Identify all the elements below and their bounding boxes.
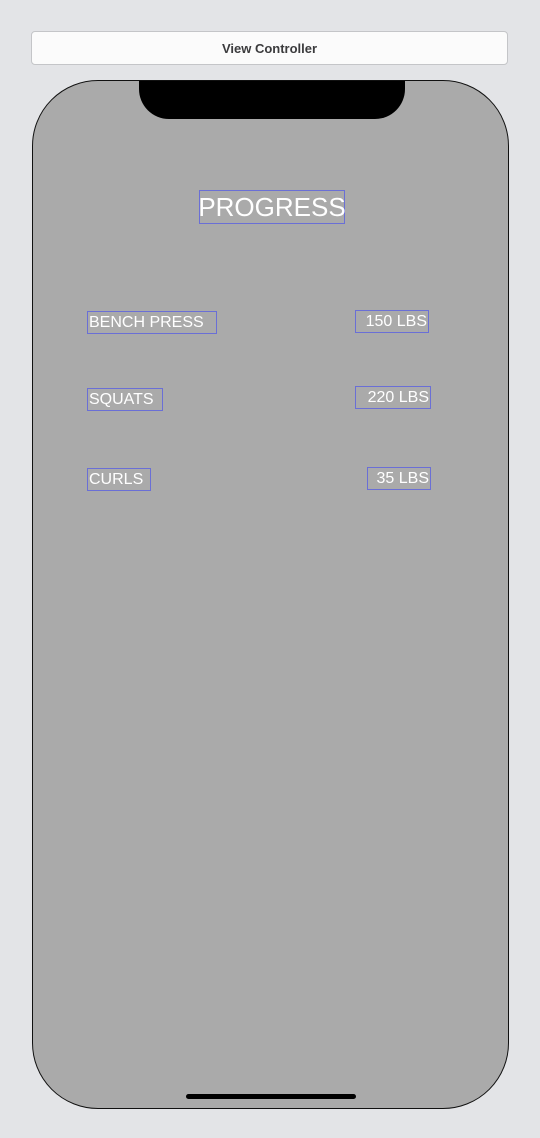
- bench-press-weight-label[interactable]: 150 LBS: [355, 310, 429, 333]
- squats-weight-label[interactable]: 220 LBS: [355, 386, 431, 409]
- curls-weight-label[interactable]: 35 LBS: [367, 467, 431, 490]
- squats-label[interactable]: SQUATS: [87, 388, 163, 411]
- device-notch: [139, 81, 405, 119]
- bench-press-label[interactable]: BENCH PRESS: [87, 311, 217, 334]
- device-frame: PROGRESS BENCH PRESS 150 LBS SQUATS 220 …: [32, 80, 509, 1109]
- curls-label[interactable]: CURLS: [87, 468, 151, 491]
- home-indicator: [186, 1094, 356, 1099]
- scene-title-bar[interactable]: View Controller: [31, 31, 508, 65]
- scene-title: View Controller: [221, 40, 318, 56]
- progress-title-label[interactable]: PROGRESS: [198, 190, 346, 224]
